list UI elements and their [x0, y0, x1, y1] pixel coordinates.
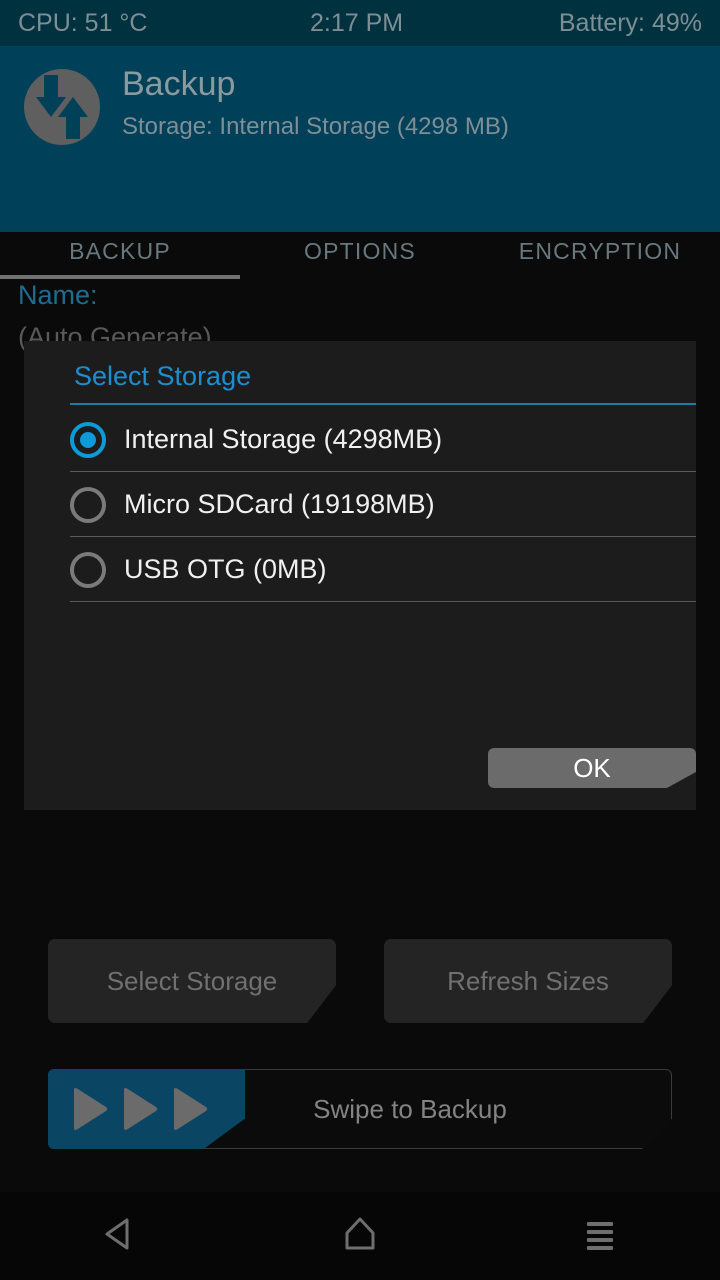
back-triangle-icon [100, 1214, 140, 1259]
storage-subtitle: Storage: Internal Storage (4298 MB) [122, 113, 509, 140]
storage-option-internal[interactable]: Internal Storage (4298MB) [24, 407, 696, 472]
radio-button-icon[interactable] [70, 551, 106, 588]
menu-lines-icon [580, 1214, 620, 1259]
select-storage-dialog: Select Storage Internal Storage (4298MB)… [24, 341, 696, 810]
clock-text: 2:17 PM [310, 8, 404, 37]
swipe-label: Swipe to Backup [313, 1093, 507, 1124]
page-title: Backup [122, 65, 236, 103]
storage-option-label: Micro SDCard (19198MB) [124, 489, 435, 519]
nav-home-button[interactable] [240, 1192, 480, 1280]
storage-option-sdcard[interactable]: Micro SDCard (19198MB) [24, 472, 696, 537]
device-screen: CPU: 51 °C 2:17 PM Battery: 49% Backup S… [0, 0, 720, 1280]
android-navigation-bar [0, 1192, 720, 1280]
status-bar: CPU: 51 °C 2:17 PM Battery: 49% [0, 0, 720, 46]
storage-option-label: USB OTG (0MB) [124, 554, 327, 584]
radio-button-icon[interactable] [70, 421, 106, 458]
backup-name-label: Name: [18, 280, 98, 310]
twrp-logo-icon [22, 67, 102, 147]
battery-text: Battery: 49% [558, 8, 702, 37]
app-header: Backup Storage: Internal Storage (4298 M… [0, 46, 720, 279]
header-text-block: Backup Storage: Internal Storage (4298 M… [122, 60, 509, 144]
select-storage-button[interactable]: Select Storage [48, 939, 336, 1023]
swipe-to-backup-slider[interactable]: Swipe to Backup [48, 1069, 672, 1149]
dialog-title-divider [70, 403, 696, 405]
home-icon [340, 1214, 380, 1259]
list-divider [70, 601, 696, 602]
storage-option-list: Internal Storage (4298MB) Micro SDCard (… [24, 407, 696, 602]
storage-option-label: Internal Storage (4298MB) [124, 424, 443, 454]
refresh-sizes-button[interactable]: Refresh Sizes [384, 939, 672, 1023]
storage-option-usb-otg[interactable]: USB OTG (0MB) [24, 537, 696, 602]
cpu-temperature-text: CPU: 51 °C [18, 8, 148, 37]
nav-back-button[interactable] [0, 1192, 240, 1280]
ok-button[interactable]: OK [488, 748, 696, 788]
dialog-title: Select Storage [74, 361, 252, 391]
nav-menu-button[interactable] [480, 1192, 720, 1280]
radio-button-icon[interactable] [70, 486, 106, 523]
